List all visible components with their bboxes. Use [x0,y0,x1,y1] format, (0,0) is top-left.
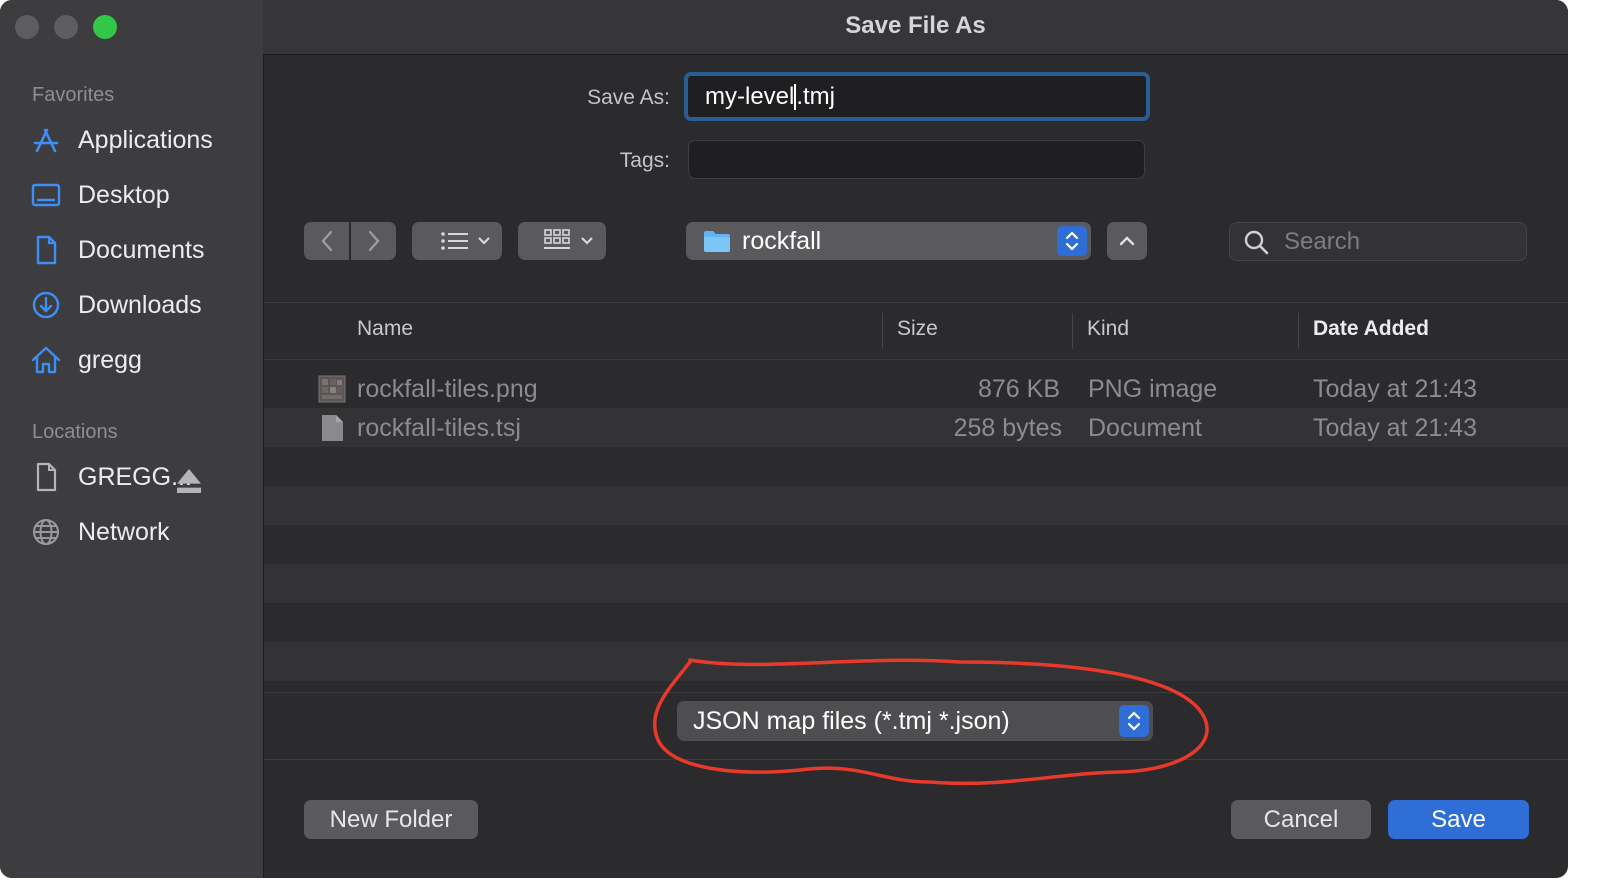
empty-row [264,486,1568,525]
empty-row [264,447,1568,486]
save-button[interactable]: Save [1388,800,1529,839]
up-down-arrows-icon [1127,711,1141,731]
chevron-up-icon [1119,236,1135,246]
sidebar: Favorites Applications Desktop Documents [0,0,264,878]
empty-row [264,642,1568,681]
file-format-popup[interactable]: JSON map files (*.tmj *.json) [677,701,1153,741]
column-header-size[interactable]: Size [897,317,938,341]
file-format-stepper [1119,705,1149,737]
favorites-heading: Favorites [32,84,115,106]
image-file-icon [318,375,346,403]
file-size: 258 bytes [953,414,1062,442]
column-header-date-added[interactable]: Date Added [1313,317,1429,341]
sidebar-item-label: Applications [78,125,213,154]
chevron-right-icon [368,230,380,252]
locations-heading: Locations [32,421,118,443]
sidebar-item-label: Network [78,517,170,546]
column-header-name[interactable]: Name [357,317,413,341]
sidebar-item-label: Desktop [78,180,170,209]
sidebar-item-desktop[interactable]: Desktop [30,175,255,215]
location-stepper [1057,226,1087,256]
globe-icon [33,519,59,545]
tags-label: Tags: [619,149,670,172]
download-icon [32,291,60,319]
eject-icon[interactable] [173,465,205,497]
file-size: 876 KB [977,375,1060,403]
table-row[interactable]: rockfall-tiles.tsj 258 bytes Document To… [264,408,1568,447]
collapse-button[interactable] [1107,222,1147,260]
applications-icon [33,128,59,153]
search-placeholder: Search [1284,227,1361,255]
sidebar-item-label: Downloads [78,290,202,319]
drive-icon [36,462,57,492]
table-row[interactable]: rockfall-tiles.png 876 KB PNG image Toda… [264,369,1568,408]
file-date: Today at 21:43 [1313,414,1478,442]
back-button[interactable] [304,222,349,260]
sidebar-item-gregg-drive[interactable]: GREGG... [30,457,255,497]
new-folder-button[interactable]: New Folder [304,800,478,839]
folder-icon [704,231,730,252]
document-icon [36,235,57,265]
search-icon [1244,230,1269,254]
filename-text: my-level [705,82,795,110]
tags-input[interactable] [688,140,1145,179]
minimize-window-button[interactable] [54,15,78,39]
sidebar-item-documents[interactable]: Documents [30,230,255,270]
location-popup[interactable]: rockfall [686,222,1091,260]
file-list[interactable]: Name Size Kind Date Added rockfall-tiles… [264,302,1568,692]
forward-button[interactable] [351,222,396,260]
file-kind: Document [1088,414,1202,442]
save-dialog: Favorites Applications Desktop Documents [0,0,1568,878]
home-icon [31,346,61,374]
icon-view-button[interactable] [518,222,606,260]
location-value: rockfall [742,226,822,255]
up-down-arrows-icon [1065,231,1079,251]
empty-row [264,525,1568,564]
sidebar-item-applications[interactable]: Applications [30,120,255,160]
save-as-label: Save As: [587,86,670,109]
title-bar: Save File As [263,0,1568,55]
file-format-value: JSON map files (*.tmj *.json) [693,706,1010,735]
list-header: Name Size Kind Date Added [264,302,1568,360]
file-kind: PNG image [1088,375,1218,403]
filename-extension-text: .tmj [796,82,836,110]
sidebar-item-label: Documents [78,235,205,264]
file-date: Today at 21:43 [1313,375,1478,403]
sidebar-item-network[interactable]: Network [30,512,255,552]
cancel-button[interactable]: Cancel [1231,800,1371,839]
sidebar-item-label: gregg [78,345,142,374]
list-view-icon [441,232,490,250]
chevron-left-icon [320,230,332,252]
file-name: rockfall-tiles.tsj [357,414,521,442]
empty-row [264,564,1568,603]
file-icon [322,415,343,441]
list-view-button[interactable] [412,222,502,260]
close-window-button[interactable] [15,15,39,39]
column-header-kind[interactable]: Kind [1087,317,1129,341]
window-title: Save File As [845,12,986,39]
desktop-icon [31,183,61,207]
search-field[interactable]: Search [1229,222,1527,261]
file-name: rockfall-tiles.png [357,375,538,403]
filename-input[interactable]: my-level .tmj [684,72,1150,121]
grid-view-icon [544,229,593,249]
zoom-window-button[interactable] [93,15,117,39]
sidebar-item-downloads[interactable]: Downloads [30,285,255,325]
empty-row [264,603,1568,642]
sidebar-item-gregg[interactable]: gregg [30,340,255,380]
